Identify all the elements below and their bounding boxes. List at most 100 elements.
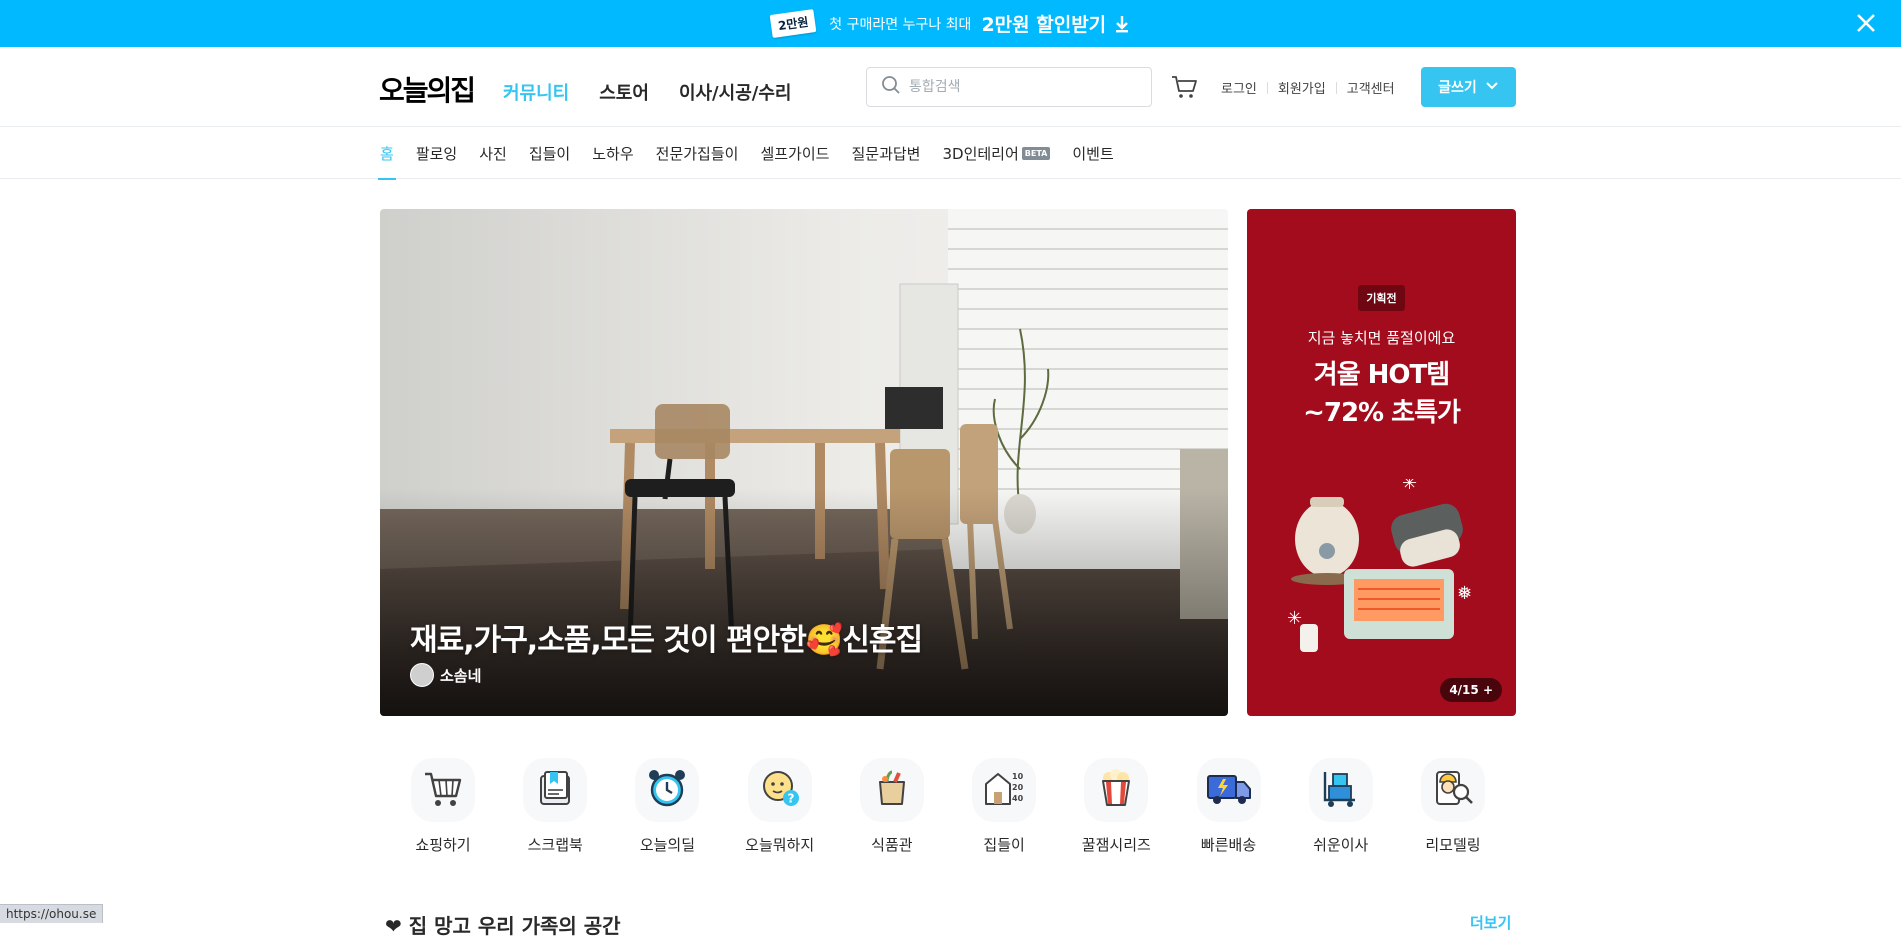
category-label: 리모델링 xyxy=(1425,836,1481,854)
hero-banner[interactable]: 재료,가구,소품,모든 것이 편안한🥰신혼집 소솜네 xyxy=(380,209,1228,716)
scrapbook-icon xyxy=(533,766,577,814)
svg-text:❅: ❅ xyxy=(1457,583,1472,604)
hero-title-suffix: 신혼집 xyxy=(842,623,923,658)
main-nav-community[interactable]: 커뮤니티 xyxy=(503,79,569,105)
promo-badge: 기획전 xyxy=(1358,285,1405,311)
tab-label: 질문과답변 xyxy=(851,144,921,163)
slide-counter[interactable]: 4/15 + xyxy=(1440,678,1502,702)
search-input[interactable] xyxy=(909,79,1129,95)
chevron-down-icon xyxy=(1485,79,1499,95)
search-icon xyxy=(881,75,901,99)
main-nav-moving[interactable]: 이사/시공/수리 xyxy=(679,79,792,105)
hero-title: 재료,가구,소품,모든 것이 편안한🥰신혼집 xyxy=(410,615,923,659)
svg-text:40: 40 xyxy=(1012,794,1024,803)
svg-text:?: ? xyxy=(787,792,794,806)
promo-headline-line1: 겨울 HOT템 xyxy=(1313,360,1450,390)
logo[interactable]: 오늘의집 xyxy=(379,69,476,109)
search-box[interactable] xyxy=(866,67,1152,107)
category-fast-delivery[interactable]: 빠른배송 xyxy=(1184,758,1274,855)
promo-message: 첫 구매라면 누구나 최대 xyxy=(829,16,972,33)
support-link[interactable]: 고객센터 xyxy=(1347,78,1395,97)
category-label: 쉬운이사 xyxy=(1313,836,1369,854)
tab-housewarming[interactable]: 집들이 xyxy=(529,127,570,179)
category-easy-moving[interactable]: 쉬운이사 xyxy=(1296,758,1386,855)
category-fun-series[interactable]: 꿀잼시리즈 xyxy=(1071,758,1161,855)
sub-nav: 홈 팔로잉 사진 집들이 노하우 전문가집들이 셀프가이드 질문과답변 3D인테… xyxy=(0,127,1901,180)
tab-events[interactable]: 이벤트 xyxy=(1072,127,1113,179)
promo-emphasis[interactable]: 2만원 할인받기 xyxy=(981,10,1106,37)
util-links: 로그인 회원가입 고객센터 xyxy=(1221,78,1395,97)
slide-counter-text: 4/15 xyxy=(1449,683,1479,697)
side-promo-card[interactable]: 기획전 지금 놓치면 품절이에요 겨울 HOT템 ~72% 초특가 ✳ ❅ ✳ 4/… xyxy=(1247,209,1516,716)
category-shortcuts: 쇼핑하기 스크랩북 오늘의딜 ? 오늘뭐하지 식품관 10 20 40 집들이 꿀잼 xyxy=(380,758,1516,855)
svg-text:10: 10 xyxy=(1012,772,1024,781)
cart-icon[interactable] xyxy=(1170,74,1198,100)
divider xyxy=(1335,81,1337,94)
avatar xyxy=(410,663,434,687)
question-face-icon: ? xyxy=(758,766,802,814)
delivery-truck-icon xyxy=(1205,766,1253,814)
tab-label: 팔로잉 xyxy=(415,144,458,163)
category-label: 오늘뭐하지 xyxy=(745,836,815,854)
tab-label: 3D인테리어 xyxy=(942,144,1019,163)
category-label: 스크랩북 xyxy=(527,836,583,854)
tab-label: 홈 xyxy=(380,144,394,163)
category-scrapbook[interactable]: 스크랩북 xyxy=(510,758,600,855)
category-housewarming[interactable]: 10 20 40 집들이 xyxy=(959,758,1049,855)
moving-cart-icon xyxy=(1319,766,1363,814)
shopping-cart-icon xyxy=(421,766,465,814)
tab-label: 집들이 xyxy=(528,144,571,163)
promo-headline: 겨울 HOT템 ~72% 초특가 xyxy=(1247,356,1516,432)
tab-pro-housewarming[interactable]: 전문가집들이 xyxy=(656,127,739,179)
write-button[interactable]: 글쓰기 xyxy=(1421,67,1516,107)
promo-headline-line2: ~72% 초특가 xyxy=(1303,398,1461,428)
tab-label: 전문가집들이 xyxy=(655,144,739,163)
category-label: 식품관 xyxy=(871,836,913,854)
main-nav: 커뮤니티 스토어 이사/시공/수리 xyxy=(503,79,791,105)
svg-text:✳: ✳ xyxy=(1402,479,1417,494)
status-url: https://ohou.se xyxy=(0,904,104,923)
category-what-to-do[interactable]: ? 오늘뭐하지 xyxy=(735,758,825,855)
hero-author[interactable]: 소솜네 xyxy=(410,663,481,687)
category-label: 오늘의딜 xyxy=(639,836,696,854)
popcorn-icon xyxy=(1094,766,1138,814)
category-grocery[interactable]: 식품관 xyxy=(847,758,937,855)
category-label: 쇼핑하기 xyxy=(415,836,471,854)
tab-photos[interactable]: 사진 xyxy=(479,127,507,179)
category-shopping[interactable]: 쇼핑하기 xyxy=(398,758,488,855)
svg-text:20: 20 xyxy=(1012,783,1024,792)
tab-label: 셀프가이드 xyxy=(760,144,830,163)
beta-badge: BETA xyxy=(1021,146,1051,160)
download-icon[interactable] xyxy=(1114,14,1130,34)
alarm-clock-icon xyxy=(645,766,689,814)
main-nav-store[interactable]: 스토어 xyxy=(599,79,649,105)
author-name: 소솜네 xyxy=(440,666,482,685)
house-icon: 10 20 40 xyxy=(982,766,1026,814)
promo-subtitle: 지금 놓치면 품절이에요 xyxy=(1307,329,1456,347)
tab-label: 노하우 xyxy=(592,144,634,163)
promo-banner[interactable]: 2만원 첫 구매라면 누구나 최대 2만원 할인받기 xyxy=(0,0,1901,47)
tab-following[interactable]: 팔로잉 xyxy=(416,127,457,179)
tab-3d-interior[interactable]: 3D인테리어 BETA xyxy=(942,127,1051,179)
login-link[interactable]: 로그인 xyxy=(1221,78,1257,97)
category-label: 빠른배송 xyxy=(1200,836,1257,854)
svg-text:✳: ✳ xyxy=(1287,608,1302,629)
category-todays-deal[interactable]: 오늘의딜 xyxy=(622,758,712,855)
remodeling-worker-icon xyxy=(1431,766,1475,814)
close-icon[interactable] xyxy=(1853,10,1879,36)
tab-knowhow[interactable]: 노하우 xyxy=(592,127,633,179)
category-remodeling[interactable]: 리모델링 xyxy=(1408,758,1498,855)
tab-label: 이벤트 xyxy=(1072,144,1114,163)
tab-self-guide[interactable]: 셀프가이드 xyxy=(760,127,829,179)
tab-label: 사진 xyxy=(479,144,507,163)
category-label: 집들이 xyxy=(983,836,1025,854)
hero-title-text: 재료,가구,소품,모든 것이 편안한 xyxy=(410,623,807,658)
signup-link[interactable]: 회원가입 xyxy=(1278,78,1326,97)
tab-qna[interactable]: 질문과답변 xyxy=(851,127,920,179)
tab-home[interactable]: 홈 xyxy=(378,127,396,180)
section-title: ❤ 집 망고 우리 가족의 공간 xyxy=(385,914,621,938)
category-label: 꿀잼시리즈 xyxy=(1081,836,1151,854)
promo-tag: 2만원 xyxy=(769,9,817,38)
winter-goods-illustration: ✳ ❅ ✳ xyxy=(1287,479,1472,652)
hero-emoji: 🥰 xyxy=(805,623,843,658)
